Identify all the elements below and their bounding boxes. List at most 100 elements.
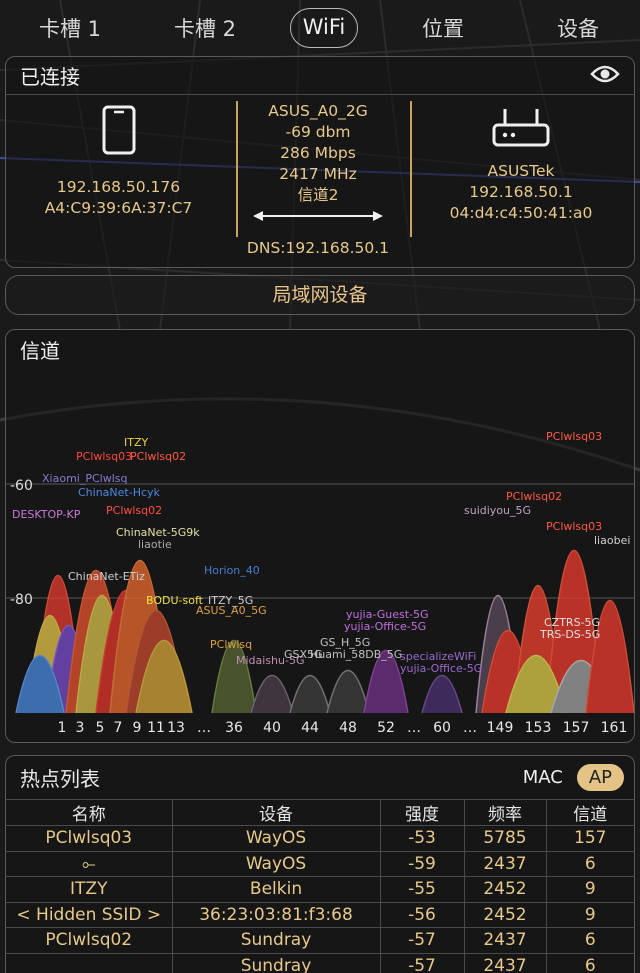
- column-header-frequency[interactable]: 频率: [464, 800, 547, 826]
- router-mac: 04:d4:c4:50:41:a0: [449, 204, 593, 222]
- cell-channel: 6: [546, 851, 634, 877]
- cell-strength: -56: [380, 902, 465, 928]
- phone-info: 192.168.50.176 A4:C9:39:6A:37:C7: [6, 95, 231, 219]
- tab-slot-2[interactable]: 卡槽 2: [155, 13, 255, 43]
- channel-tick: 5: [96, 720, 105, 736]
- ssid-label: ITZY: [124, 436, 148, 449]
- ssid-label: PClwlsq02: [130, 450, 186, 463]
- connected-card: 已连接 192.168.50.176 A4:C9:39:6A:37:C7 ASU…: [5, 56, 635, 268]
- cell-frequency: 2437: [464, 851, 547, 877]
- ssid-label: liaobei: [594, 534, 630, 547]
- ssid-label: PClwlsq03: [76, 450, 132, 463]
- channel-tick: …: [197, 720, 211, 736]
- router-ip: 192.168.50.1: [469, 183, 573, 201]
- hotspot-table: 名称 设备 强度 频率 信道 PClwlsq03 WayOS -53 5785 …: [6, 800, 634, 973]
- table-row[interactable]: ⟜ WayOS -59 2437 6: [6, 851, 634, 877]
- channel-curve: [289, 675, 331, 714]
- cell-channel: 157: [546, 825, 634, 852]
- ssid-label: TRS-DS-5G: [539, 628, 600, 641]
- cell-frequency: 2437: [464, 927, 547, 954]
- ssid-label: PClwlsq: [210, 638, 252, 651]
- mode-ap-toggle[interactable]: AP: [576, 764, 624, 791]
- channel-tick: …: [463, 720, 477, 736]
- tab-location[interactable]: 位置: [393, 13, 493, 43]
- channel-chart-svg: -60 -80 PClwlsq03 ITZY PClwlsq02 Xiaomi_…: [6, 430, 635, 736]
- channel-tick: 40: [263, 720, 281, 736]
- router-vendor: ASUSTek: [487, 162, 555, 180]
- ssid-label: yujia-Office-5G: [400, 662, 482, 675]
- cell-name: PClwlsq03: [6, 825, 173, 852]
- channel-tick: 13: [167, 720, 185, 736]
- tab-slot-1[interactable]: 卡槽 1: [20, 13, 120, 43]
- cell-name: [6, 953, 173, 973]
- cell-frequency: 2452: [464, 902, 547, 928]
- hotspot-list-card: 热点列表 MAC AP 名称 设备 强度 频率 信道 PClwlsq03 Way…: [5, 755, 635, 973]
- column-header-channel[interactable]: 信道: [546, 800, 634, 826]
- channel-tick: 149: [487, 720, 514, 736]
- column-header-name[interactable]: 名称: [6, 800, 173, 826]
- cell-device: Sundray: [172, 927, 381, 954]
- column-header-device[interactable]: 设备: [172, 800, 381, 826]
- table-row[interactable]: ITZY Belkin -55 2452 9: [6, 876, 634, 903]
- tab-wifi[interactable]: WiFi: [290, 8, 358, 48]
- ssid-label: DESKTOP-KP: [12, 508, 81, 521]
- ssid-label: yujia-Office-5G: [344, 620, 426, 633]
- cell-channel: 9: [546, 902, 634, 928]
- double-arrow-icon: [253, 211, 383, 221]
- ssid-label: BODU-soft: [146, 594, 204, 607]
- link-info: ASUS_A0_2G -69 dbm 286 Mbps 2417 MHz 信道2: [232, 101, 404, 222]
- ssid-label: Xiaomi_PClwlsq: [42, 472, 127, 485]
- link-channel: 信道2: [297, 186, 339, 204]
- cell-name: ITZY: [6, 876, 173, 903]
- channel-curve: [250, 675, 294, 714]
- cell-strength: -55: [380, 876, 465, 903]
- eye-icon[interactable]: [590, 63, 620, 89]
- channel-curve: [326, 669, 370, 714]
- cell-name: ⟜: [6, 851, 173, 877]
- ssid-label: PClwlsq03: [546, 430, 602, 443]
- channel-tick: 7: [114, 720, 123, 736]
- phone-icon: [102, 105, 135, 155]
- tab-devices[interactable]: 设备: [528, 13, 628, 43]
- channel-tick: 161: [601, 720, 628, 736]
- channel-card: 信道 -60 -80 PClwlsq03 ITZY PClwlsq02 Xiao…: [5, 329, 635, 743]
- cell-device: WayOS: [172, 851, 381, 877]
- cell-channel: 9: [546, 876, 634, 903]
- table-row[interactable]: PClwlsq03 WayOS -53 5785 157: [6, 825, 634, 852]
- link-ssid: ASUS_A0_2G: [268, 102, 368, 120]
- cell-frequency: 2452: [464, 876, 547, 903]
- ssid-label: Huami_58DB_5G: [310, 648, 402, 661]
- cell-name: < Hidden SSID >: [6, 902, 173, 928]
- lan-devices-button[interactable]: 局域网设备: [5, 275, 635, 315]
- channel-tick: 11: [147, 720, 165, 736]
- table-row[interactable]: PClwlsq02 Sundray -57 2437 6: [6, 927, 634, 954]
- link-signal: -69 dbm: [285, 123, 351, 141]
- top-tab-bar: 卡槽 1 卡槽 2 WiFi 位置 设备: [0, 0, 640, 56]
- cell-strength: -59: [380, 851, 465, 877]
- ssid-label: ChinaNet-ETiz: [68, 570, 145, 583]
- table-row[interactable]: < Hidden SSID > 36:23:03:81:f3:68 -56 24…: [6, 902, 634, 928]
- cell-device: WayOS: [172, 825, 381, 852]
- ssid-label: Horion_40: [204, 564, 260, 577]
- cell-frequency: 2437: [464, 953, 547, 973]
- ssid-label: ASUS_A0_5G: [196, 604, 267, 617]
- channel-tick: 48: [339, 720, 357, 736]
- channel-tick: 52: [377, 720, 395, 736]
- cell-device: Sundray: [172, 953, 381, 973]
- link-speed: 286 Mbps: [280, 144, 356, 162]
- channel-tick: 157: [563, 720, 590, 736]
- channel-curve: [211, 640, 257, 714]
- cell-name: PClwlsq02: [6, 927, 173, 954]
- ssid-label: ChinaNet-Hcyk: [78, 486, 161, 499]
- cell-frequency: 5785: [464, 825, 547, 852]
- table-row[interactable]: Sundray -57 2437 6: [6, 953, 634, 973]
- cell-channel: 6: [546, 953, 634, 973]
- channel-tick: 44: [301, 720, 319, 736]
- channel-tick: 1: [58, 720, 67, 736]
- channel-title: 信道: [20, 338, 60, 363]
- column-header-strength[interactable]: 强度: [380, 800, 465, 826]
- ssid-label: suidiyou_5G: [464, 504, 531, 517]
- dns-value: DNS:192.168.50.1: [246, 239, 390, 257]
- channel-chart: -60 -80 PClwlsq03 ITZY PClwlsq02 Xiaomi_…: [6, 368, 635, 742]
- mode-mac-toggle[interactable]: MAC: [523, 767, 563, 788]
